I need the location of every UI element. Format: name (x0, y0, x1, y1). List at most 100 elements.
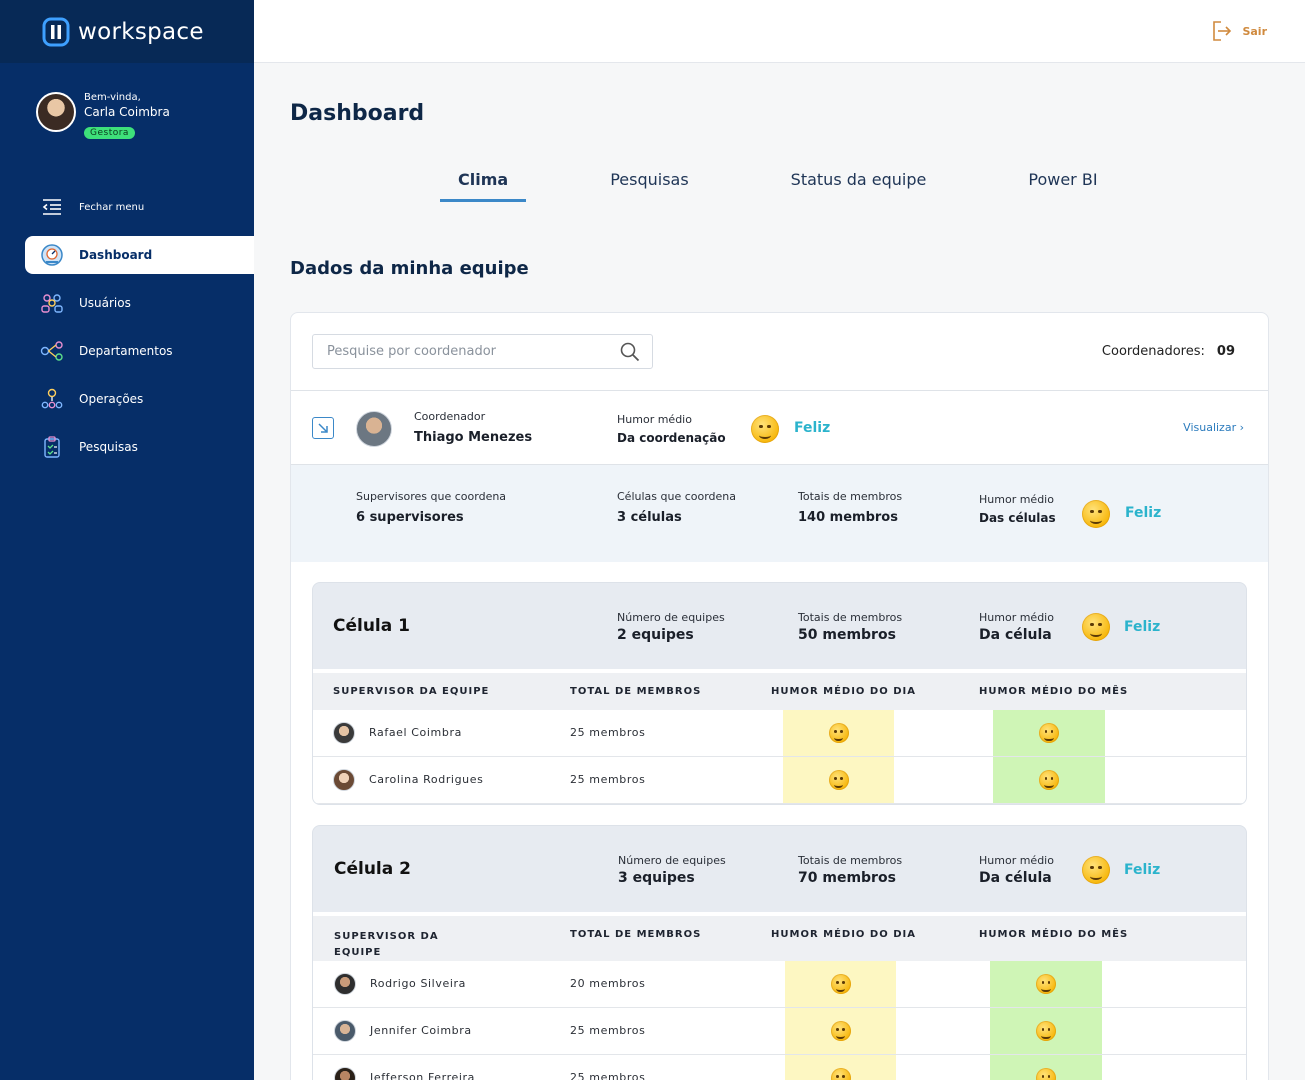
topbar: Sair (254, 0, 1305, 63)
sidebar-item-dashboard[interactable]: Dashboard (25, 236, 254, 274)
sidebar-item-surveys[interactable]: Pesquisas (0, 428, 254, 466)
workspace-logo-icon (42, 17, 70, 46)
avatar (356, 411, 392, 447)
face-eye (1047, 980, 1051, 984)
happy-face-icon (1082, 856, 1110, 884)
users-icon (40, 292, 64, 314)
expand-button[interactable] (312, 417, 334, 439)
table-row[interactable]: Jennifer Coimbra 25 membros (313, 1008, 1246, 1055)
view-label: Visualizar (1183, 421, 1237, 434)
mood-scope: Da célula (979, 870, 1052, 886)
table-row[interactable]: Rodrigo Silveira 20 membros (313, 961, 1246, 1008)
collapse-menu-label: Fechar menu (79, 201, 145, 213)
supervisor-name: Jefferson Ferreira (370, 1071, 475, 1080)
cells-label: Células que coordena (617, 490, 737, 503)
happy-face-icon (1082, 613, 1110, 641)
mood-scope: Da célula (979, 627, 1052, 643)
supervisor-name: Jennifer Coimbra (370, 1024, 472, 1037)
face-eye (840, 729, 843, 733)
happy-face-icon (1036, 1021, 1056, 1041)
members-value: 140 membros (798, 510, 898, 525)
sidebar-item-label: Usuários (79, 296, 131, 310)
supervisors-label: Supervisores que coordena (356, 490, 507, 503)
sidebar-item-label: Pesquisas (79, 440, 138, 454)
logout-button[interactable]: Sair (1212, 20, 1267, 42)
section-title: Dados da minha equipe (290, 258, 529, 279)
mood-day-cell (785, 961, 896, 1007)
column-header-mood-month: HUMOR MÉDIO DO MÊS (979, 929, 1129, 940)
mood-value: Feliz (794, 420, 831, 436)
sidebar-item-label: Departamentos (79, 344, 173, 358)
teams-label: Número de equipes (618, 854, 726, 867)
coordinator-count-value: 09 (1216, 344, 1235, 359)
collapse-menu-button[interactable]: Fechar menu (0, 188, 254, 226)
supervisor-name: Carolina Rodrigues (369, 773, 484, 786)
team-data-card: Coordenadores: 09 Coordenador Thiago Mene… (290, 312, 1269, 1080)
tab-pesquisas[interactable]: Pesquisas (592, 170, 706, 202)
happy-face-icon (1036, 974, 1056, 994)
happy-face-icon (1036, 1068, 1056, 1080)
coordinator-stats: Supervisores que coordena 6 supervisores… (291, 465, 1268, 562)
app-name: workspace (78, 18, 204, 45)
cell-header: Célula 2 Número de equipes 3 equipes Tot… (313, 826, 1246, 912)
tab-power-bi[interactable]: Power BI (1010, 170, 1115, 202)
mood-day-cell (783, 757, 894, 803)
sidebar-item-label: Operações (79, 392, 144, 406)
tab-clima[interactable]: Clima (440, 170, 527, 202)
user-greeting: Bem-vinda, (84, 92, 141, 103)
section-title-prefix: Dados da minha (290, 258, 460, 279)
role-badge: Gestora (84, 127, 135, 139)
face-eye (842, 1074, 845, 1078)
sidebar-item-departments[interactable]: Departamentos (0, 332, 254, 370)
table-row[interactable]: Jefferson Ferreira 25 membros (313, 1055, 1246, 1080)
table-row[interactable]: Carolina Rodrigues 25 membros (313, 757, 1246, 804)
face-eye (1098, 622, 1103, 627)
logout-label: Sair (1242, 24, 1267, 38)
mood-day-cell (783, 710, 894, 756)
mood-label: Humor médio (979, 611, 1054, 624)
avatar (334, 1020, 356, 1042)
dashboard-icon (40, 244, 64, 266)
logo[interactable]: workspace (0, 0, 254, 63)
avatar (333, 722, 355, 744)
mood-month-cell (990, 961, 1102, 1007)
face-eye (1098, 509, 1103, 514)
column-header-supervisor-line2: EQUIPE (334, 947, 382, 958)
neutral-face-icon (830, 1021, 851, 1041)
search-input[interactable] (327, 344, 620, 359)
column-header-mood-day: HUMOR MÉDIO DO DIA (771, 686, 916, 697)
happy-face-icon (751, 415, 779, 443)
search-icon[interactable] (620, 342, 640, 362)
column-header-total: TOTAL DE MEMBROS (570, 686, 702, 697)
sidebar: workspace Bem-vinda, Carla Coimbra Gesto… (0, 0, 254, 1080)
coordinator-role-label: Coordenador (414, 410, 486, 423)
neutral-face-icon (828, 770, 849, 790)
coordinator-count-label: Coordenadores: (1101, 344, 1205, 359)
column-header-supervisor-line1: SUPERVISOR DA (334, 931, 439, 942)
table-row[interactable]: Rafael Coimbra 25 membros (313, 710, 1246, 757)
column-header-mood-month: HUMOR MÉDIO DO MÊS (979, 686, 1129, 697)
members-label: Totais de membros (798, 490, 903, 503)
mood-label: Humor médio (979, 854, 1054, 867)
clipboard-icon (40, 436, 64, 458)
table-header: SUPERVISOR DA EQUIPE TOTAL DE MEMBROS HU… (313, 669, 1246, 710)
coordinator-count: Coordenadores: 09 (1102, 344, 1235, 359)
sidebar-item-users[interactable]: Usuários (0, 284, 254, 322)
members-value: 50 membros (798, 627, 896, 643)
cell-title: Célula 1 (333, 616, 410, 636)
page-title: Dashboard (290, 101, 425, 126)
view-button[interactable]: Visualizar › (1183, 421, 1244, 434)
mood-scope: Da coordenação (617, 431, 726, 445)
search-row: Coordenadores: 09 (291, 313, 1268, 390)
avatar (334, 973, 356, 995)
column-header-supervisor: SUPERVISOR DA EQUIPE (333, 686, 490, 697)
coordinator-row: Coordenador Thiago Menezes Humor médio D… (291, 390, 1268, 465)
user-profile: Bem-vinda, Carla Coimbra Gestora (36, 92, 170, 139)
sidebar-item-operations[interactable]: Operações (0, 380, 254, 418)
face-eye (842, 980, 845, 984)
mood-day-cell (785, 1008, 896, 1054)
operations-icon (40, 388, 64, 410)
mood-month-cell (990, 1055, 1102, 1080)
avatar (36, 92, 76, 132)
tab-team-status[interactable]: Status da equipe (773, 170, 945, 202)
